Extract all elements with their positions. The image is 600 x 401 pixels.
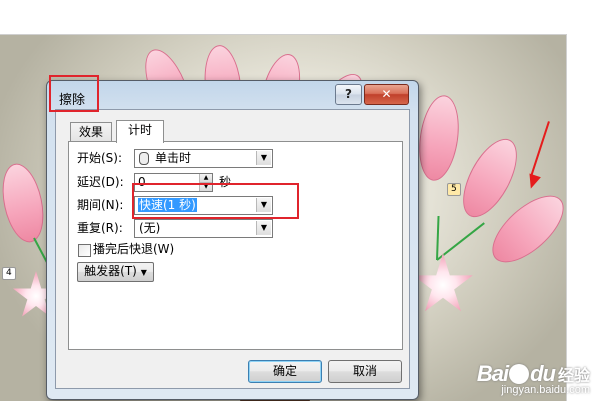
dialog-body: 效果 计时 开始(S): 单击时 ▼ 延迟(D): 0 ▲ ▼ 秒 期间(N): [55,109,410,389]
paw-logo-icon [509,364,530,384]
baidu-jingyan-watermark: Bai du 经验 jingyan.baidu.com [477,361,590,396]
mouse-icon [139,152,149,165]
triggers-button[interactable]: 触发器(T) ▼ [77,262,154,282]
animation-order-tag[interactable]: 4 [2,267,16,280]
erase-effect-dialog: 擦除 ? ✕ 效果 计时 开始(S): 单击时 ▼ 延迟(D): 0 ▲ ▼ 秒… [46,80,419,400]
timing-panel: 开始(S): 单击时 ▼ 延迟(D): 0 ▲ ▼ 秒 期间(N): 快速(1 … [68,141,403,350]
chevron-down-icon[interactable]: ▼ [256,151,271,165]
flower-petal [414,92,464,184]
chevron-down-icon: ▼ [140,268,147,277]
triggers-label: 触发器(T) [84,264,137,278]
repeat-value: (无) [139,221,161,235]
annotation-box-title [49,75,99,112]
repeat-select[interactable]: (无) ▼ [134,219,273,238]
rewind-checkbox[interactable] [78,244,91,257]
repeat-label: 重复(R): [77,221,123,235]
duration-label: 期间(N): [77,198,124,212]
flower-star [413,253,473,312]
annotation-arrow [530,121,550,177]
close-button[interactable]: ✕ [364,84,409,105]
chevron-down-icon[interactable]: ▼ [256,221,271,235]
flower-stem [436,222,485,261]
ok-button[interactable]: 确定 [248,360,322,383]
watermark-name: 经验 [557,366,590,385]
annotation-box-duration [132,183,299,219]
flower-petal [0,159,50,247]
cancel-button[interactable]: 取消 [328,360,402,383]
delay-label: 延迟(D): [77,175,124,189]
animation-order-tag[interactable]: 5 [447,183,461,196]
tab-timing[interactable]: 计时 [116,120,164,143]
start-select[interactable]: 单击时 ▼ [134,149,273,168]
watermark-brand: Bai [476,361,509,386]
start-label: 开始(S): [77,151,123,165]
close-icon: ✕ [381,87,392,101]
tab-effect[interactable]: 效果 [70,122,112,142]
annotation-arrow-head [525,173,541,191]
rewind-label[interactable]: 播完后快退(W) [93,242,174,257]
start-value: 单击时 [155,151,192,165]
spin-up-icon[interactable]: ▲ [199,174,212,183]
watermark-brand-suffix: du [530,361,556,386]
flower-stem [436,215,440,261]
help-button[interactable]: ? [335,84,362,105]
